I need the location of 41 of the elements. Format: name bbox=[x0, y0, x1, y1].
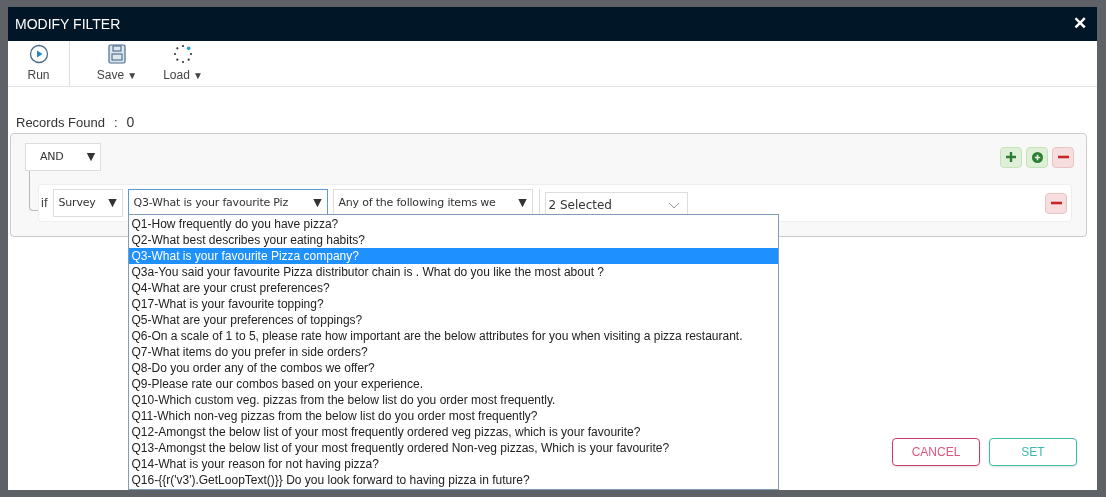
question-select[interactable]: Q3-What is your favourite Piz ▼ bbox=[127, 189, 328, 217]
close-button[interactable]: ✕ bbox=[1073, 11, 1087, 37]
loading-spinner-icon bbox=[173, 43, 193, 64]
dropdown-option[interactable]: Q17-What is your favourite topping? bbox=[128, 296, 778, 312]
records-count: 0 bbox=[126, 113, 135, 132]
remove-button[interactable] bbox=[1052, 146, 1074, 168]
chevron-down-icon bbox=[667, 201, 680, 209]
source-select[interactable]: Survey ▼ bbox=[52, 189, 123, 217]
minus-icon bbox=[1050, 201, 1062, 205]
dropdown-option[interactable]: Q4-What are your crust preferences? bbox=[128, 280, 778, 296]
play-icon bbox=[28, 43, 49, 64]
dropdown-option[interactable]: Q7-What items do you prefer in side orders? bbox=[128, 344, 778, 360]
operator-select[interactable]: AND ▼ bbox=[25, 143, 101, 171]
if-label: if bbox=[41, 194, 48, 213]
dropdown-option[interactable]: Q5-What are your preferences of toppings? bbox=[128, 312, 778, 328]
minus-icon bbox=[1057, 155, 1069, 159]
dropdown-option[interactable]: Q12-Amongst the below list of your most frequently ordered veg pizzas, which is your favourite? bbox=[128, 424, 778, 440]
dropdown-option[interactable]: Q3a-You said your favourite Pizza distributor chain is . What do you like the most about ? bbox=[128, 264, 778, 280]
dropdown-option[interactable]: Q2-What best describes your eating habits? bbox=[128, 232, 778, 248]
dropdown-option[interactable]: Q14-What is your reason for not having pizza? bbox=[128, 456, 778, 472]
dropdown-option[interactable]: Q13-Amongst the below list of your most frequently ordered Non-veg pizzas, Which is your favourite? bbox=[128, 440, 778, 456]
add-group-button[interactable] bbox=[1026, 146, 1048, 168]
dropdown-option[interactable]: Q11-Which non-veg pizzas from the below list do you order most frequently? bbox=[128, 408, 778, 424]
dropdown-option[interactable]: Q6-On a scale of 1 to 5, please rate how important are the below attributes for you when visiting a pizza restaurant. bbox=[128, 328, 778, 344]
dropdown-option[interactable]: Q8-Do you order any of the combos we offer? bbox=[128, 360, 778, 376]
plus-circle-icon bbox=[1031, 151, 1043, 163]
condition-select[interactable]: Any of the following items we ▼ bbox=[332, 189, 533, 217]
remove-button[interactable] bbox=[1045, 192, 1067, 214]
load-tool-button[interactable]: Load ▼ bbox=[150, 41, 216, 86]
plus-icon bbox=[1006, 152, 1016, 162]
dropdown-option[interactable]: Q9-Please rate our combos based on your experience. bbox=[128, 376, 778, 392]
dropdown-option[interactable]: Q10-Which custom veg. pizzas from the below list do you order most frequently. bbox=[128, 392, 778, 408]
run-tool-button[interactable]: Run bbox=[8, 41, 70, 86]
records-found-label: Records Found bbox=[16, 113, 105, 132]
add-button[interactable] bbox=[1000, 146, 1022, 168]
cancel-button[interactable]: CANCEL bbox=[892, 438, 980, 466]
dropdown-option[interactable]: Q1-How frequently do you have pizza? bbox=[128, 216, 778, 232]
save-tool-button[interactable]: Save ▼ bbox=[84, 41, 150, 86]
dropdown-option[interactable]: Q16-{{r('v3').GetLoopText()}} Do you look forward to having pizza in future? bbox=[128, 472, 778, 488]
separator: : bbox=[113, 113, 118, 132]
dialog-title: MODIFY FILTER bbox=[15, 14, 121, 34]
